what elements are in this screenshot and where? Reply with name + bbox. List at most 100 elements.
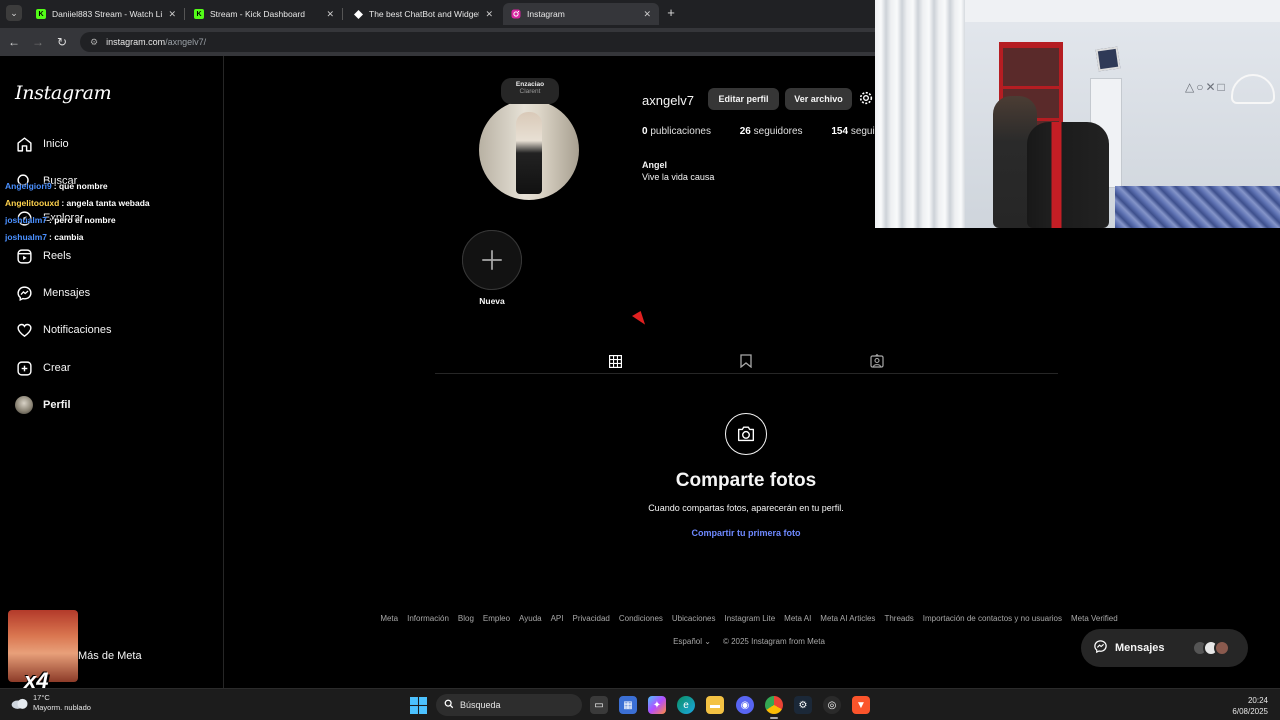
- footer-link[interactable]: Instagram Lite: [724, 614, 775, 623]
- share-first-photo-link[interactable]: Compartir tu primera foto: [546, 528, 946, 538]
- address-bar[interactable]: ⚙ instagram.com /axngelv7/: [80, 32, 900, 52]
- footer-link[interactable]: Meta: [380, 614, 398, 623]
- tabs-divider: [435, 373, 1058, 374]
- steam-icon[interactable]: ⚙: [794, 696, 812, 714]
- back-arrow-icon[interactable]: ←: [6, 34, 22, 50]
- chat-username: joshualm7: [5, 215, 48, 225]
- edit-profile-button[interactable]: Editar perfil: [708, 88, 779, 110]
- store-icon[interactable]: ▦: [619, 696, 637, 714]
- footer-links: Meta Información Blog Empleo Ayuda API P…: [364, 614, 1134, 623]
- chat-text: : angela tanta webada: [61, 198, 150, 208]
- close-icon[interactable]: ✕: [485, 9, 493, 20]
- footer-link[interactable]: API: [551, 614, 564, 623]
- webcam-gaming-chair: [1027, 122, 1109, 228]
- note-subtitle: Clarent: [519, 88, 541, 95]
- footer-link[interactable]: Meta Verified: [1071, 614, 1118, 623]
- browser-tab[interactable]: The best ChatBot and Widgets ✕: [345, 3, 501, 25]
- chrome-icon[interactable]: [765, 696, 783, 719]
- posts-stat: 0 publicaciones: [642, 126, 711, 137]
- reels-icon: [15, 247, 33, 265]
- footer-link[interactable]: Blog: [458, 614, 474, 623]
- sidebar-item-label: Mensajes: [43, 287, 91, 299]
- task-view-icon[interactable]: ▭: [590, 696, 608, 714]
- gear-icon[interactable]: [858, 90, 874, 106]
- plus-icon: [482, 250, 502, 270]
- weather-widget[interactable]: 17°C Mayorm. nublado: [10, 693, 91, 713]
- profile-note-bubble[interactable]: Enzaciao Clarent: [501, 78, 559, 104]
- sidebar-item-label: Crear: [43, 362, 71, 374]
- reload-icon[interactable]: ↻: [54, 34, 70, 50]
- sidebar-item-inicio[interactable]: Inicio: [15, 132, 69, 156]
- close-icon[interactable]: ✕: [643, 9, 651, 20]
- sidebar-item-perfil[interactable]: Perfil: [15, 393, 71, 417]
- language-select[interactable]: Español ⌄: [673, 637, 711, 646]
- chat-username: joshualm7: [5, 232, 48, 242]
- plus-square-icon: [15, 359, 33, 377]
- browser-tab[interactable]: K Stream - Kick Dashboard ✕: [186, 3, 342, 25]
- messages-floating-button[interactable]: Mensajes: [1081, 629, 1248, 667]
- file-explorer-icon[interactable]: ▬: [706, 696, 724, 714]
- footer-link[interactable]: Threads: [884, 614, 913, 623]
- tab-search-button[interactable]: ⌄: [6, 5, 22, 21]
- tab-tagged[interactable]: [856, 349, 898, 373]
- discord-icon[interactable]: ◉: [736, 696, 754, 714]
- weather-desc: Mayorm. nublado: [33, 703, 91, 712]
- site-info-icon[interactable]: ⚙: [90, 37, 98, 48]
- footer-link[interactable]: Condiciones: [619, 614, 663, 623]
- new-tab-button[interactable]: +: [664, 6, 678, 20]
- tab-divider: [184, 8, 185, 20]
- footer-link[interactable]: Meta AI Articles: [820, 614, 875, 623]
- url-host: instagram.com: [106, 37, 166, 47]
- chat-username: Angelgiori9: [5, 181, 52, 191]
- sidebar-item-mensajes[interactable]: Mensajes: [15, 281, 90, 305]
- profile-bio: Vive la vida causa: [642, 172, 715, 182]
- forward-arrow-icon[interactable]: →: [30, 34, 46, 50]
- posts-label: publicaciones: [650, 126, 711, 137]
- followers-label: seguidores: [753, 126, 803, 137]
- webcam-curtain: [875, 0, 965, 228]
- footer-link[interactable]: Empleo: [483, 614, 510, 623]
- taskbar-clock[interactable]: 20:24 6/08/2025: [1232, 695, 1268, 717]
- sidebar-item-notificaciones[interactable]: Notificaciones: [15, 318, 111, 342]
- sidebar-more-meta[interactable]: Más de Meta: [78, 650, 142, 662]
- taskbar-search[interactable]: Búsqueda: [436, 694, 582, 716]
- footer-link[interactable]: Importación de contactos y no usuarios: [923, 614, 1062, 623]
- instagram-logo[interactable]: Instagram: [15, 82, 112, 104]
- search-placeholder: Búsqueda: [460, 700, 501, 710]
- sidebar-item-label: Notificaciones: [43, 324, 112, 336]
- following-count: 154: [831, 126, 849, 137]
- tab-saved[interactable]: [725, 349, 767, 373]
- edge-icon[interactable]: e: [677, 696, 695, 714]
- cloud-icon: [11, 698, 28, 709]
- followers-stat[interactable]: 26 seguidores: [740, 126, 803, 137]
- sidebar-item-label: Inicio: [43, 138, 69, 150]
- chat-message: joshualm7: pero el nombre: [5, 212, 220, 229]
- kick-icon: K: [36, 9, 46, 19]
- footer-link[interactable]: Ubicaciones: [672, 614, 716, 623]
- windows-taskbar: 17°C Mayorm. nublado Búsqueda ▭ ▦ ✦ e ▬ …: [0, 688, 1280, 720]
- brave-icon[interactable]: ▼: [852, 696, 870, 714]
- tagged-icon: [870, 354, 884, 368]
- footer-link[interactable]: Ayuda: [519, 614, 542, 623]
- tab-posts[interactable]: [594, 349, 636, 374]
- copilot-icon[interactable]: ✦: [648, 696, 666, 714]
- sidebar-item-reels[interactable]: Reels: [15, 244, 71, 268]
- sidebar: Instagram Inicio Buscar Explorar Reels M…: [0, 56, 224, 688]
- browser-tab[interactable]: K Daniiel883 Stream - Watch Live ✕: [28, 3, 184, 25]
- footer-link[interactable]: Información: [407, 614, 449, 623]
- obs-icon[interactable]: ◎: [823, 696, 841, 714]
- sidebar-item-crear[interactable]: Crear: [15, 356, 71, 380]
- messenger-icon: [15, 284, 33, 302]
- new-highlight-button[interactable]: [462, 230, 522, 290]
- footer-link[interactable]: Privacidad: [573, 614, 610, 623]
- footer-meta: Español ⌄ © 2025 Instagram from Meta: [364, 637, 1134, 646]
- view-archive-button[interactable]: Ver archivo: [785, 88, 852, 110]
- webcam-poster: [1095, 46, 1121, 72]
- close-icon[interactable]: ✕: [326, 9, 334, 20]
- footer-link[interactable]: Meta AI: [784, 614, 811, 623]
- profile-picture[interactable]: [479, 100, 579, 200]
- browser-tab-active[interactable]: Instagram ✕: [503, 3, 659, 25]
- windows-start-icon[interactable]: [410, 697, 427, 714]
- new-highlight-label: Nueva: [479, 296, 505, 306]
- close-icon[interactable]: ✕: [168, 9, 176, 20]
